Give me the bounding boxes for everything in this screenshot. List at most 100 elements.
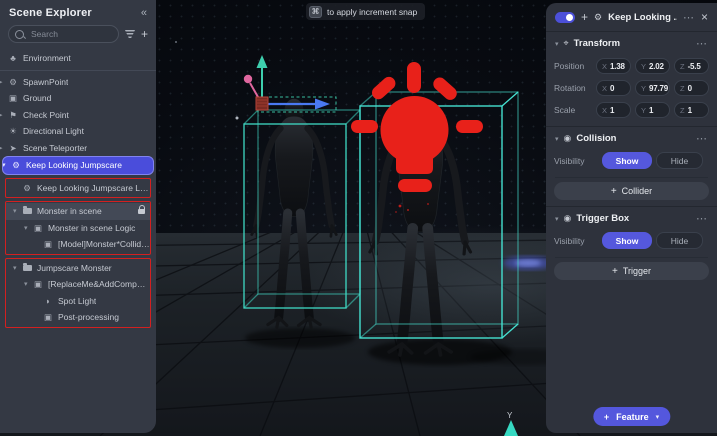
- tree-item-label: SpawnPoint: [23, 76, 69, 87]
- chevron-down-icon[interactable]: ▾: [555, 215, 559, 223]
- tree-item-label: Environment: [23, 53, 71, 64]
- position-y-field[interactable]: Y 2.02: [635, 58, 670, 74]
- rotation-x-field[interactable]: X0: [596, 80, 631, 96]
- tree-item-label: Ground: [23, 93, 52, 104]
- expand-caret-icon[interactable]: ▾: [3, 161, 6, 169]
- trigger-show-button[interactable]: Show: [602, 232, 652, 249]
- gizmo-rotate-knob[interactable]: [243, 74, 253, 84]
- tree-item-check-point[interactable]: ▸ ⚑ Check Point: [0, 107, 156, 124]
- section-title: Collision: [576, 133, 617, 144]
- axis-label: X: [602, 61, 608, 71]
- filter-icon[interactable]: [124, 30, 135, 38]
- add-collider-button[interactable]: + Collider: [554, 182, 709, 200]
- gizmo-x-arrowhead[interactable]: [315, 98, 330, 110]
- tree-item-scene-teleporter[interactable]: ▸ ➤ Scene Teleporter: [0, 140, 156, 157]
- plus-icon: +: [603, 411, 610, 422]
- chevron-down-icon: ▾: [655, 413, 660, 421]
- collision-menu-button[interactable]: ⋯: [696, 132, 708, 145]
- tree-item-label: Check Point: [23, 109, 69, 120]
- tree-item-spot-light[interactable]: ◗ Spot Light: [6, 293, 150, 310]
- tree-item-monster-in-scene-logic[interactable]: ▾ ▣ Monster in scene Logic: [6, 220, 150, 237]
- transform-row-label: Scale: [554, 105, 576, 115]
- position-x-field[interactable]: X 1.38: [596, 58, 631, 74]
- chevron-down-icon[interactable]: ▾: [555, 40, 559, 48]
- header-menu-button[interactable]: ⋯: [683, 11, 695, 24]
- tree-item-replaceme-addcomponent-j[interactable]: ▾ ▣ [ReplaceMe&AddComponent]J...: [6, 276, 150, 293]
- enable-toggle[interactable]: [555, 11, 575, 23]
- add-collider-label: Collider: [621, 186, 653, 196]
- add-trigger-button[interactable]: + Trigger: [554, 262, 709, 280]
- tree-item-jumpscare-monster[interactable]: ▾ Jumpscare Monster: [6, 260, 150, 277]
- expand-caret-icon[interactable]: ▾: [13, 207, 17, 215]
- chevron-down-icon[interactable]: ▾: [555, 135, 559, 143]
- expand-caret-icon[interactable]: ▾: [24, 224, 28, 232]
- collapse-panel-icon[interactable]: «: [141, 7, 147, 19]
- light-icon: ☀: [9, 126, 17, 136]
- cube-icon: ▣: [43, 312, 53, 322]
- tree-item-keep-looking-jumpscare[interactable]: ▾ ⚙ Keep Looking Jumpscare: [2, 156, 154, 175]
- rotation-y-field[interactable]: Y 97.79: [635, 80, 670, 96]
- axis-label: Y: [641, 83, 647, 93]
- environment-icon: ♣: [10, 53, 16, 63]
- axis-value: 97.79: [649, 83, 669, 93]
- annotation-red-box: ▾ Jumpscare Monster ▾ ▣ [ReplaceMe&AddCompon…: [5, 257, 151, 328]
- gear-icon: ⚙: [12, 160, 20, 170]
- trigger-menu-button[interactable]: ⋯: [696, 212, 708, 225]
- scale-x-field[interactable]: X1: [596, 102, 631, 118]
- expand-caret-icon[interactable]: ▾: [13, 264, 17, 272]
- axis-value: 0: [610, 83, 615, 93]
- lock-icon[interactable]: [138, 205, 145, 214]
- axis-value: 1: [687, 105, 692, 115]
- add-trigger-label: Trigger: [622, 266, 652, 276]
- gizmo-origin-cube[interactable]: [255, 96, 269, 111]
- expand-caret-icon[interactable]: ▸: [0, 144, 3, 152]
- feature-button[interactable]: + Feature ▾: [592, 407, 671, 426]
- tree-item-monster-in-scene[interactable]: ▾ Monster in scene: [6, 203, 150, 220]
- axis-label: X: [602, 83, 608, 93]
- trigger-hide-button[interactable]: Hide: [656, 232, 703, 249]
- checkpoint-icon: ⚑: [9, 109, 17, 120]
- scale-y-field[interactable]: Y1: [635, 102, 670, 118]
- monster-shadow: [245, 328, 355, 348]
- tree-item-environment[interactable]: ♣ Environment: [0, 50, 156, 67]
- axis-value: 1: [610, 105, 615, 115]
- rotation-z-field[interactable]: Z0: [674, 80, 709, 96]
- expand-caret-icon[interactable]: ▾: [24, 280, 28, 288]
- collision-icon: ◉: [563, 133, 572, 143]
- tree-item-model-monster-colliderisnec[interactable]: ▣ [Model]Monster*ColliderIsNec...: [6, 236, 150, 253]
- tree-item-directional-light[interactable]: ☀ Directional Light: [0, 123, 156, 140]
- light-bulb-gizmo[interactable]: [351, 62, 483, 213]
- search-input[interactable]: [29, 28, 112, 40]
- position-z-field[interactable]: Z -5.5: [674, 58, 709, 74]
- trigger-icon: ◉: [563, 213, 572, 223]
- expand-caret-icon[interactable]: ▸: [0, 78, 3, 86]
- axis-label: Z: [680, 83, 685, 93]
- plus-icon: +: [611, 265, 618, 277]
- inspector-panel: + ⚙ Keep Looking ... ⋯ × ▾ ⌖ Transform ⋯…: [546, 3, 717, 433]
- visibility-label: Visibility: [554, 155, 585, 166]
- axis-label: Z: [680, 61, 685, 71]
- collision-hide-button[interactable]: Hide: [656, 152, 703, 169]
- tree-item-post-processing[interactable]: ▣ Post-processing: [6, 309, 150, 326]
- axis-value: 1.38: [610, 61, 625, 71]
- tree-item-label: Directional Light: [23, 126, 84, 137]
- collision-show-button[interactable]: Show: [602, 152, 652, 169]
- tree-divider: [0, 69, 156, 71]
- tree-item-keep-looking-jumpscare-logic[interactable]: ⚙ Keep Looking Jumpscare Logic: [6, 180, 150, 197]
- gizmo-y-arrowhead[interactable]: [256, 55, 268, 68]
- search-box[interactable]: [8, 25, 119, 43]
- scale-z-field[interactable]: Z1: [674, 102, 709, 118]
- panel-title: Scene Explorer: [9, 7, 92, 19]
- transform-menu-button[interactable]: ⋯: [696, 37, 708, 50]
- expand-caret-icon[interactable]: ▸: [0, 111, 3, 119]
- add-object-button[interactable]: +: [141, 28, 148, 40]
- close-icon[interactable]: ×: [701, 10, 708, 24]
- tree-item-ground[interactable]: ▣ Ground: [0, 90, 156, 107]
- tree-item-spawnpoint[interactable]: ▸ ⚙ SpawnPoint: [0, 74, 156, 91]
- scene-explorer-panel: Scene Explorer « + ♣ Environment ▸ ⚙ SpawnPo…: [0, 0, 156, 433]
- star-dot: [235, 116, 239, 120]
- transform-row-scale: Scale X 1 Y 1 Z 1: [546, 99, 717, 121]
- gear-icon: ⚙: [594, 11, 603, 22]
- y-axis-cone[interactable]: [504, 420, 518, 436]
- add-component-button[interactable]: +: [581, 11, 588, 23]
